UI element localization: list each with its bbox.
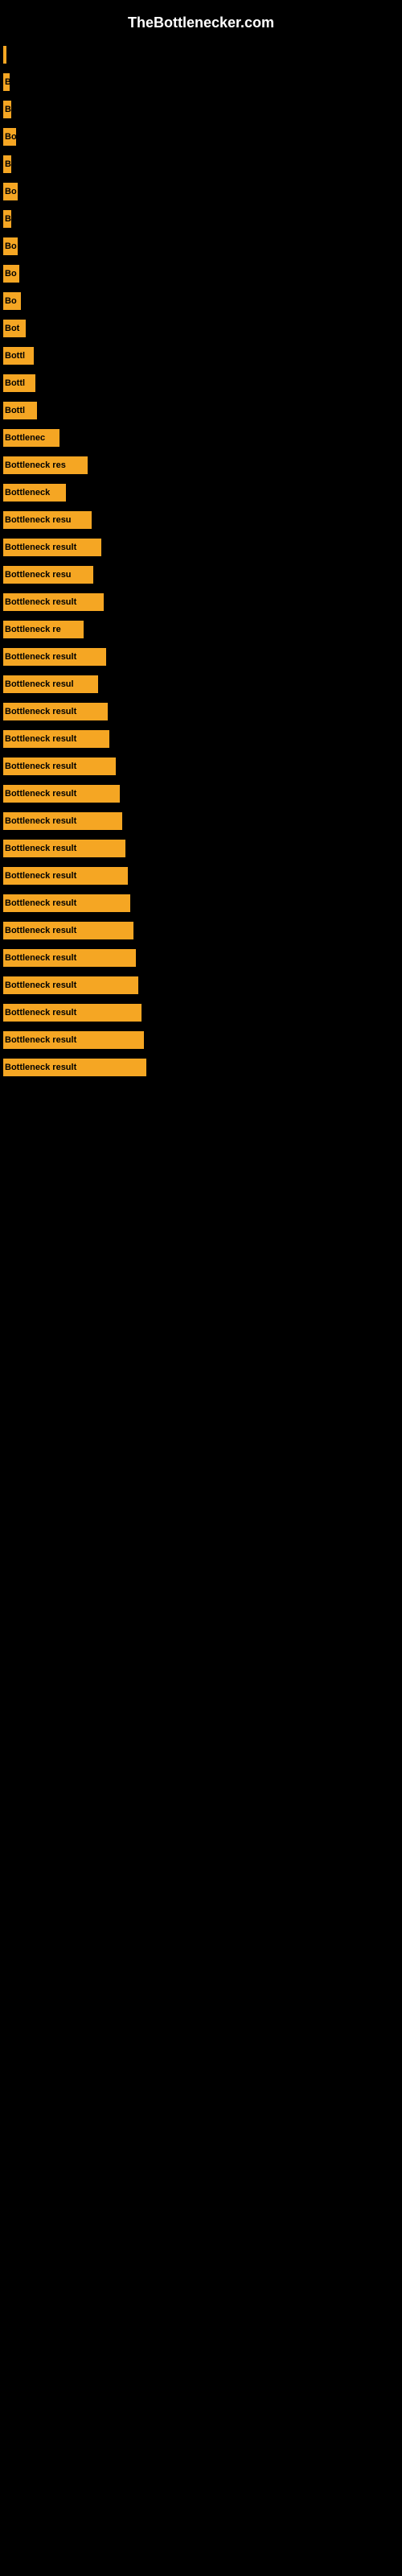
bar-label: Bottleneck result [3, 922, 133, 939]
bar-label: Bo [3, 128, 16, 146]
bar-label: Bottleneck re [3, 621, 84, 638]
bar-label: Bottleneck result [3, 703, 108, 720]
bar-row: Bottleneck result [0, 1026, 402, 1054]
bar-row: Bottleneck result [0, 944, 402, 972]
bar-row: Bottlenec [0, 424, 402, 452]
bar-row: Bo [0, 287, 402, 315]
bar-row: Bottleneck result [0, 780, 402, 807]
bar-label: Bottleneck result [3, 758, 116, 775]
bar-row: Bottleneck resu [0, 561, 402, 588]
bar-row: Bo [0, 123, 402, 151]
bar-row: Bottleneck result [0, 807, 402, 835]
bar-label: Bottleneck resu [3, 511, 92, 529]
bar-label: Bottleneck res [3, 456, 88, 474]
site-title: TheBottlenecker.com [0, 8, 402, 41]
bar-row: Bottleneck result [0, 1054, 402, 1081]
bar-label: Bottleneck result [3, 1004, 142, 1022]
bar-row: B [0, 96, 402, 123]
bar-row: Bottleneck result [0, 753, 402, 780]
bar-label: Bottl [3, 347, 34, 365]
bar-label: Bottleneck result [3, 730, 109, 748]
bar-label: Bottleneck result [3, 840, 125, 857]
bar-label: Bottleneck result [3, 949, 136, 967]
bar-label: Bottleneck [3, 484, 66, 502]
bar-row: Bottleneck result [0, 999, 402, 1026]
bar-row: Bot [0, 315, 402, 342]
bar-label: Bottl [3, 374, 35, 392]
bar-label: Bo [3, 292, 21, 310]
bar-row: B [0, 68, 402, 96]
bar-row: Bo [0, 260, 402, 287]
bar-label: Bottleneck resul [3, 675, 98, 693]
bar-row: Bottleneck result [0, 972, 402, 999]
bar-label: Bottleneck result [3, 976, 138, 994]
bar-label: B [3, 73, 10, 91]
bar-row: Bottleneck resul [0, 671, 402, 698]
bar-row: B [0, 151, 402, 178]
bar-label: Bottleneck result [3, 648, 106, 666]
bar-row: B [0, 205, 402, 233]
bar-row: Bottl [0, 342, 402, 369]
bar-label: B [3, 210, 11, 228]
bar-label: Bottleneck result [3, 1059, 146, 1076]
bar-row: Bottleneck result [0, 698, 402, 725]
bar-label: Bottlenec [3, 429, 59, 447]
bar-row: Bottleneck res [0, 452, 402, 479]
bar-row: Bo [0, 233, 402, 260]
bar-label: Bo [3, 237, 18, 255]
bar-label: Bottleneck resu [3, 566, 93, 584]
bar-row: Bottl [0, 397, 402, 424]
bar-row: Bottleneck result [0, 588, 402, 616]
bar-label: Bottleneck result [3, 785, 120, 803]
bar-label: Bottleneck result [3, 812, 122, 830]
bar-label: Bottl [3, 402, 37, 419]
bar-row: Bottleneck result [0, 534, 402, 561]
bar-label: B [3, 101, 11, 118]
bars-container: BBBoBBoBBoBoBoBotBottlBottlBottlBottlene… [0, 41, 402, 1081]
bar-row: Bottleneck resu [0, 506, 402, 534]
bar-label: Bottleneck result [3, 1031, 144, 1049]
bar-row: Bottleneck [0, 479, 402, 506]
bar-label: Bottleneck result [3, 894, 130, 912]
bar-label: Bo [3, 265, 19, 283]
bar-row: Bo [0, 178, 402, 205]
bar-label: Bot [3, 320, 26, 337]
bar-row: Bottleneck result [0, 890, 402, 917]
bar-row: Bottleneck result [0, 862, 402, 890]
bar-row: Bottleneck result [0, 917, 402, 944]
bar-row: Bottleneck result [0, 643, 402, 671]
bar-label: Bottleneck result [3, 539, 101, 556]
bar-row: Bottleneck result [0, 725, 402, 753]
bar-row: Bottl [0, 369, 402, 397]
bar-label [3, 46, 6, 64]
bar-row: Bottleneck re [0, 616, 402, 643]
bar-label: Bottleneck result [3, 593, 104, 611]
bar-label: Bo [3, 183, 18, 200]
bar-row: Bottleneck result [0, 835, 402, 862]
bar-label: Bottleneck result [3, 867, 128, 885]
page-container: TheBottlenecker.com BBBoBBoBBoBoBoBotBot… [0, 0, 402, 2576]
bar-label: B [3, 155, 11, 173]
bar-row [0, 41, 402, 68]
